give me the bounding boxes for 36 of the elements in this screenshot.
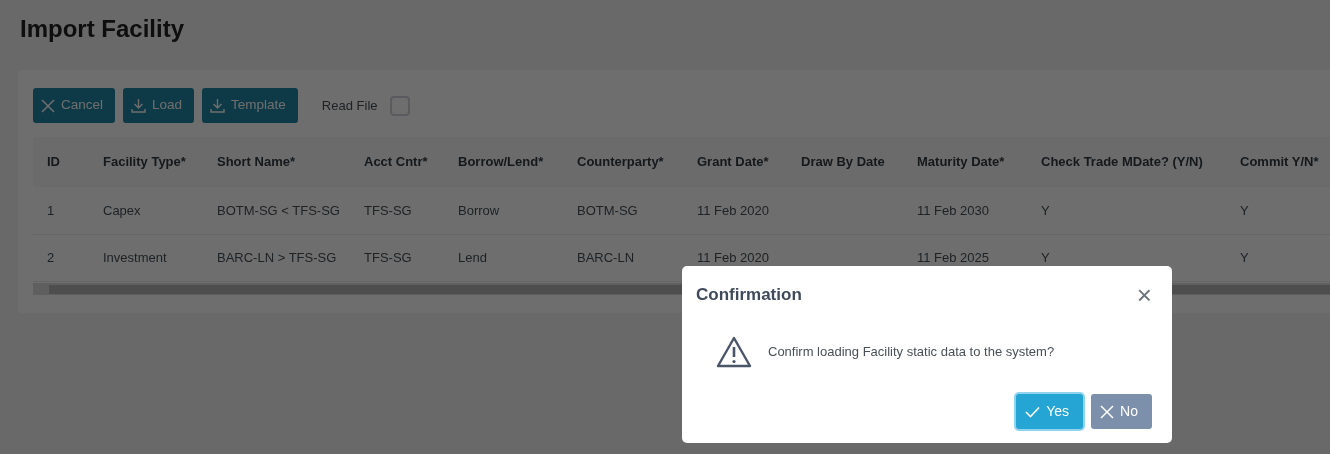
table-cell: BARC-LN	[577, 249, 635, 265]
dialog-title: Confirmation	[696, 284, 802, 306]
template-button[interactable]: Template	[202, 88, 298, 123]
table-cell: Y	[1240, 249, 1249, 265]
table-cell: Investment	[103, 249, 167, 265]
table-cell: 11 Feb 2020	[697, 202, 770, 218]
check-icon	[1025, 405, 1041, 418]
download-icon	[131, 98, 147, 113]
close-button[interactable]: ×	[1134, 283, 1154, 306]
table-cell: Capex	[103, 202, 141, 218]
dialog-message: Confirm loading Facility static data to the system?	[768, 342, 1055, 361]
no-button[interactable]: No	[1091, 394, 1152, 429]
table-cell: BOTM-SG < TFS-SG	[217, 202, 340, 218]
yes-button[interactable]: Yes	[1016, 394, 1084, 429]
table-cell: 11 Feb 2030	[917, 202, 990, 218]
table-cell: Y	[1041, 249, 1050, 265]
table-cell: TFS-SG	[364, 202, 412, 218]
warning-icon	[716, 335, 752, 368]
table-cell: Lend	[458, 249, 487, 265]
download-icon	[210, 98, 226, 113]
table-cell: BOTM-SG	[577, 202, 638, 218]
close-icon	[1100, 404, 1115, 419]
table-cell: Borrow	[458, 202, 500, 218]
page-title: Import Facility	[20, 14, 186, 44]
table-cell: Y	[1240, 202, 1249, 218]
table-cell: BARC-LN > TFS-SG	[217, 249, 337, 265]
close-icon	[41, 98, 55, 113]
table-cell: 11 Feb 2025	[917, 249, 990, 265]
table-cell: TFS-SG	[364, 249, 412, 265]
load-button[interactable]: Load	[123, 88, 195, 123]
table-cell: Y	[1041, 202, 1050, 218]
table-cell: 11 Feb 2020	[697, 249, 770, 265]
table-cell: 1	[47, 202, 55, 218]
read-file-label: Read File	[321, 96, 378, 115]
table-cell: 2	[47, 249, 55, 265]
cancel-button[interactable]: Cancel	[33, 88, 116, 123]
